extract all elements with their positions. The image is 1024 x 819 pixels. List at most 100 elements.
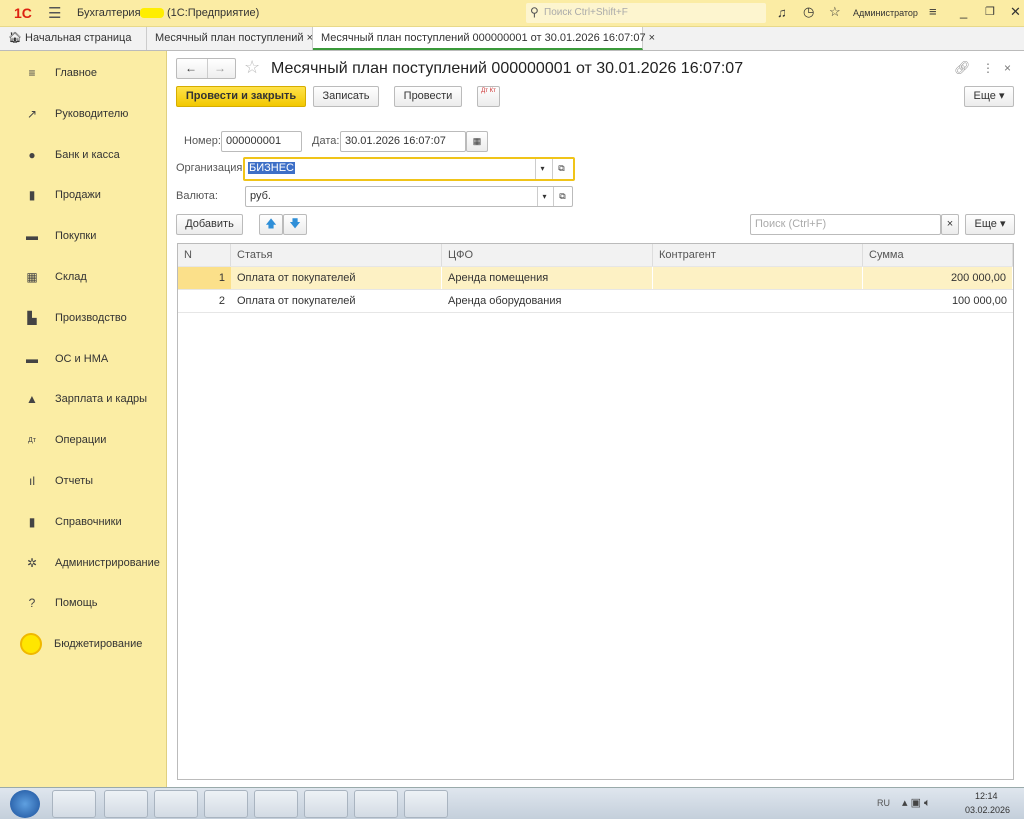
number-field[interactable]: 000000001	[221, 131, 302, 152]
table-row[interactable]: 1 Оплата от покупателей Аренда помещения 20…	[178, 267, 1013, 290]
clear-search-icon[interactable]: ×	[941, 214, 959, 235]
table-cell[interactable]: 2	[178, 290, 231, 312]
more-button[interactable]: Еще ▾	[964, 86, 1014, 107]
more-vert-icon[interactable]: ⋮	[982, 61, 994, 75]
sidebar-item[interactable]: ↗ Руководителю	[0, 99, 167, 129]
dropdown-icon[interactable]: ▾	[537, 187, 551, 206]
tab-plan-list[interactable]: Месячный план поступлений ×	[147, 27, 313, 50]
sidebar-item-label: Руководителю	[55, 107, 129, 120]
sidebar-item[interactable]: Бюджетирование	[0, 629, 167, 659]
start-button[interactable]	[10, 790, 40, 818]
sidebar-item[interactable]: ▦ Склад	[0, 262, 167, 292]
divider	[207, 59, 208, 78]
sidebar-icon: ıl	[29, 474, 35, 488]
back-arrow-icon[interactable]: ←	[185, 61, 197, 75]
nav-buttons: ← →	[176, 58, 236, 79]
save-button[interactable]: Записать	[313, 86, 379, 107]
user-name[interactable]: Администратор	[853, 8, 918, 18]
column-header[interactable]: Статья	[231, 244, 442, 266]
anydesk-icon[interactable]	[254, 790, 298, 818]
items-table: N Статья ЦФО Контрагент Сумма 1 Оплата от пок…	[177, 243, 1014, 780]
dropdown-icon[interactable]: ▾	[535, 159, 549, 179]
media-player-icon[interactable]	[52, 790, 96, 818]
history-icon[interactable]: ◷	[803, 4, 814, 20]
sidebar-item[interactable]: ? Помощь	[0, 588, 167, 618]
taskbar: RU ▴ ▣ 🔈︎ 12:14 03.02.2026	[0, 787, 1024, 819]
favorite-star-icon[interactable]: ☆	[244, 57, 260, 78]
platform-label: (1С:Предприятие)	[167, 7, 260, 19]
star-icon[interactable]: ☆	[829, 4, 841, 20]
tab-plan-document[interactable]: Месячный план поступлений 000000001 от 3…	[313, 27, 655, 50]
clock-time[interactable]: 12:14	[975, 791, 998, 801]
move-up-icon[interactable]: 🡅	[259, 214, 283, 235]
open-icon[interactable]: ⧉	[553, 187, 571, 206]
table-cell[interactable]: Оплата от покупателей	[231, 267, 442, 289]
column-header[interactable]: Контрагент	[653, 244, 863, 266]
post-button[interactable]: Провести	[394, 86, 462, 107]
bell-icon[interactable]: ♫	[777, 5, 787, 20]
sidebar-item-label: Банк и касса	[55, 148, 120, 161]
sidebar-item[interactable]: ▮ Продажи	[0, 180, 167, 210]
post-and-close-button[interactable]: Провести и закрыть	[176, 86, 306, 107]
search-placeholder: Поиск Ctrl+Shift+F	[544, 7, 628, 18]
sidebar-item[interactable]: ▲ Зарплата и кадры	[0, 384, 167, 414]
close-tab-icon[interactable]: ×	[649, 32, 655, 44]
sidebar-item[interactable]: ▮ Справочники	[0, 507, 167, 537]
sidebar-item[interactable]: ıl Отчеты	[0, 466, 167, 496]
restore-icon[interactable]: ❐	[985, 5, 995, 18]
move-down-icon[interactable]: 🡇	[283, 214, 307, 235]
1c-enterprise-icon[interactable]	[354, 790, 398, 818]
calendar-icon[interactable]: ▦	[466, 131, 488, 152]
table-more-button[interactable]: Еще ▾	[965, 214, 1015, 235]
explorer-icon[interactable]	[154, 790, 198, 818]
dt-kt-button[interactable]: Дт Кт	[477, 86, 500, 107]
currency-field[interactable]: руб. ▾ ⧉	[245, 186, 573, 207]
table-cell[interactable]: 1	[178, 267, 231, 289]
table-cell[interactable]: 200 000,00	[863, 267, 1013, 289]
settings-menu-icon[interactable]: ≡	[929, 4, 937, 19]
table-row[interactable]: 2 Оплата от покупателей Аренда оборудовани…	[178, 290, 1013, 313]
column-header[interactable]: ЦФО	[442, 244, 653, 266]
sidebar-item[interactable]: ● Банк и касса	[0, 140, 167, 170]
organization-field[interactable]: БИЗНЕС ▾ ⧉	[243, 157, 575, 181]
add-button[interactable]: Добавить	[176, 214, 243, 235]
date-field[interactable]: 30.01.2026 16:07:07	[340, 131, 466, 152]
table-cell[interactable]: Аренда помещения	[442, 267, 653, 289]
sidebar-item-label: Помощь	[55, 597, 98, 610]
minimize-icon[interactable]: _	[960, 4, 967, 19]
redacted-mark	[140, 8, 164, 18]
tray-icons[interactable]: ▴ ▣ 🔈︎	[902, 796, 931, 810]
sidebar-icon: ↗	[26, 106, 38, 121]
table-cell[interactable]: Аренда оборудования	[442, 290, 653, 312]
global-search[interactable]: ⚲ Поиск Ctrl+Shift+F	[526, 3, 766, 23]
sidebar-item-label: Бюджетирование	[54, 638, 143, 651]
sidebar-icon: ▦	[26, 270, 38, 284]
app-title: Бухгалтерия	[77, 7, 141, 19]
open-icon[interactable]: ⧉	[552, 159, 570, 179]
paint-icon[interactable]	[404, 790, 448, 818]
column-header[interactable]: Сумма	[863, 244, 1013, 266]
forward-arrow-icon[interactable]: →	[214, 61, 226, 75]
close-form-icon[interactable]: ×	[1004, 61, 1011, 75]
table-cell[interactable]	[653, 290, 863, 312]
table-search-input[interactable]: Поиск (Ctrl+F)	[750, 214, 941, 235]
menu-icon[interactable]: ☰	[48, 4, 61, 22]
sidebar-item[interactable]: ▬ ОС и НМА	[0, 344, 167, 374]
sidebar-item[interactable]: ▙ Производство	[0, 303, 167, 333]
close-icon[interactable]: ✕	[1010, 4, 1021, 20]
tab-home[interactable]: 🏠︎ Начальная страница	[0, 27, 147, 50]
clock-date[interactable]: 03.02.2026	[965, 805, 1010, 815]
sidebar-item[interactable]: ✲ Администрирование	[0, 548, 167, 578]
1c-launcher-icon[interactable]	[304, 790, 348, 818]
table-cell[interactable]	[653, 267, 863, 289]
table-cell[interactable]: 100 000,00	[863, 290, 1013, 312]
sidebar-item[interactable]: ▬ Покупки	[0, 221, 167, 251]
column-header[interactable]: N	[178, 244, 231, 266]
table-cell[interactable]: Оплата от покупателей	[231, 290, 442, 312]
link-icon[interactable]: 🔗︎	[954, 60, 971, 76]
sidebar-item[interactable]: Дт Операции	[0, 425, 167, 455]
network-app-icon[interactable]	[204, 790, 248, 818]
language-indicator[interactable]: RU	[877, 798, 890, 808]
sidebar-item[interactable]: ≡ Главное	[0, 58, 167, 88]
chrome-icon[interactable]	[104, 790, 148, 818]
